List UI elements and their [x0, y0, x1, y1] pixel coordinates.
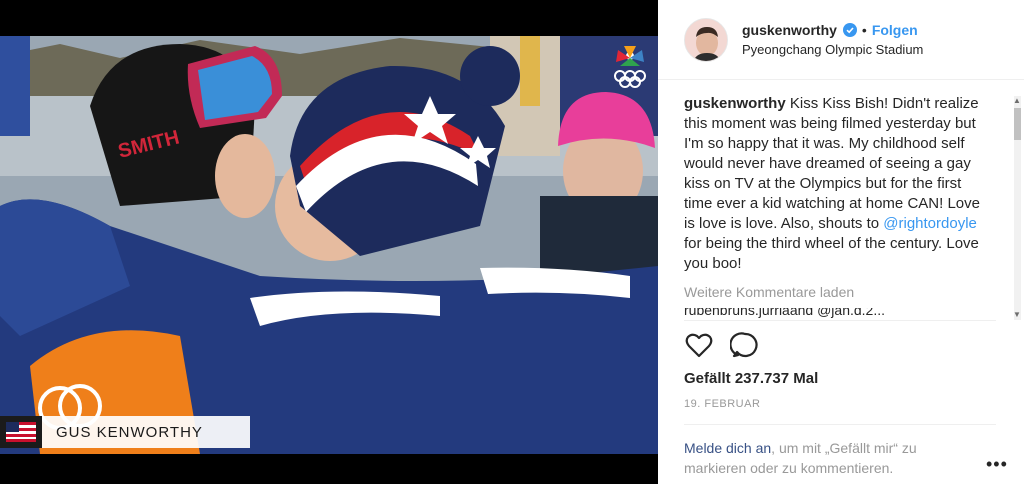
post-actions [684, 330, 776, 362]
post-header: guskenworthy • Folgen Pyeongchang Olympi… [658, 0, 1024, 80]
letterbox-top [0, 0, 658, 36]
post-date[interactable]: 19. FEBRUAR [684, 398, 760, 410]
like-count[interactable]: Gefällt 237.737 Mal [684, 370, 818, 387]
scroll-up-arrow-icon[interactable]: ▲ [1012, 96, 1022, 106]
follow-button[interactable]: Folgen [872, 22, 918, 38]
header-username[interactable]: guskenworthy [742, 22, 837, 38]
login-prompt: Melde dich an, um mit „Gefällt mir“ zu m… [684, 438, 964, 478]
location-link[interactable]: Pyeongchang Olympic Stadium [742, 42, 923, 57]
avatar[interactable] [684, 17, 728, 62]
login-link[interactable]: Melde dich an [684, 440, 771, 456]
photo-illustration: SMITH [0, 36, 658, 454]
instagram-post: SMITH GUS KENWORTHY guskenworthy • Folge… [0, 0, 1024, 484]
letterbox-bottom [0, 454, 658, 484]
more-options-button[interactable]: ••• [986, 454, 1008, 475]
comments-scrollbar[interactable]: ▲ ▼ [1012, 96, 1022, 320]
post-photo[interactable]: SMITH [0, 36, 658, 454]
caption-mention-link[interactable]: @rightordoyle [883, 215, 977, 232]
scrollbar-thumb[interactable] [1014, 108, 1021, 140]
caption-username[interactable]: guskenworthy [684, 95, 786, 112]
header-separator: • [861, 22, 867, 38]
speech-bubble-icon[interactable] [729, 330, 762, 362]
caption-text-part1: Kiss Kiss Bish! Didn't realize this mome… [684, 95, 980, 232]
usa-flag-icon [0, 416, 42, 448]
athlete-name: GUS KENWORTHY [42, 416, 250, 448]
post-caption: guskenworthy Kiss Kiss Bish! Didn't real… [684, 94, 984, 274]
broadcast-name-overlay: GUS KENWORTHY [0, 416, 250, 448]
post-media: SMITH GUS KENWORTHY [0, 0, 658, 484]
partial-comment: rubenbruns.jurriaand @jan.d.2... [684, 308, 984, 320]
comments-list[interactable]: guskenworthy Kiss Kiss Bish! Didn't real… [684, 94, 984, 320]
partial-comment-text: rubenbruns.jurriaand @jan.d.2... [684, 308, 885, 318]
load-more-comments-button[interactable]: Weitere Kommentare laden [684, 284, 984, 300]
divider [684, 424, 996, 425]
scroll-down-arrow-icon[interactable]: ▼ [1012, 310, 1022, 320]
broadcaster-logo [610, 44, 650, 88]
post-side-panel: guskenworthy • Folgen Pyeongchang Olympi… [658, 0, 1024, 484]
caption-text-part2: for being the third wheel of the century… [684, 235, 979, 272]
verified-badge-icon [842, 23, 857, 37]
heart-outline-icon[interactable] [684, 330, 716, 362]
divider [684, 320, 996, 321]
